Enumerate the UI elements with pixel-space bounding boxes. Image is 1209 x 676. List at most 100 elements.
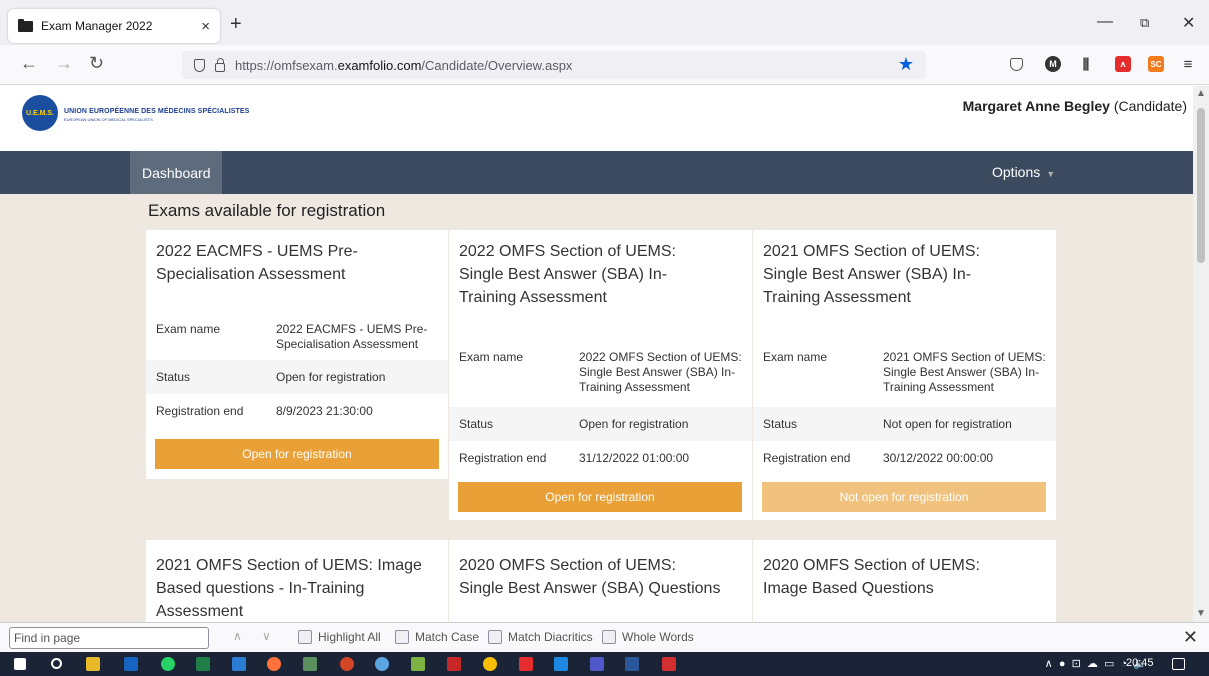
windows-start-icon[interactable]	[14, 658, 26, 670]
url-path: /Candidate/Overview.aspx	[421, 57, 573, 73]
find-next-icon[interactable]: ∨	[262, 629, 271, 643]
url-bar[interactable]: https://omfsexam. examfolio.com/Candidate…	[182, 51, 926, 79]
bookmark-star-icon[interactable]: ★	[898, 54, 914, 75]
folder-icon	[18, 18, 33, 32]
exam-card: 2021 OMFS Section of UEMS: Single Best A…	[753, 230, 1056, 520]
page-scrollbar[interactable]: ▲ ▼	[1193, 86, 1209, 622]
app-icon[interactable]	[375, 657, 389, 671]
find-previous-icon[interactable]: ∧	[233, 629, 242, 643]
app-a-icon[interactable]	[232, 657, 246, 671]
status-row: Status Open for registration	[449, 407, 752, 441]
forward-arrow-icon[interactable]: →	[55, 53, 73, 74]
page-content: U.E.M.S. UNION EUROPÉENNE DES MÉDECINS S…	[0, 86, 1193, 622]
app-blue-icon[interactable]	[554, 657, 568, 671]
exam-card-title: 2021 OMFS Section of UEMS: Image Based q…	[156, 557, 422, 620]
checkbox-box	[488, 630, 502, 644]
extension-red-icon[interactable]: ᴧ	[1115, 56, 1131, 72]
scroll-up-icon[interactable]: ▲	[1196, 88, 1206, 99]
match-case-checkbox[interactable]: Match Case	[395, 630, 479, 644]
match-diacritics-checkbox[interactable]: Match Diacritics	[488, 630, 593, 644]
scroll-down-icon[interactable]: ▼	[1196, 608, 1206, 619]
status-label: Status	[459, 417, 494, 431]
find-bar-close-button[interactable]: ✕	[1183, 627, 1198, 648]
tab-title: Exam Manager 2022	[41, 19, 153, 33]
new-tab-button[interactable]: +	[230, 14, 242, 34]
find-in-page-input[interactable]: Find in page	[9, 627, 209, 649]
outlook-icon[interactable]	[124, 657, 138, 671]
status-label: Status	[763, 417, 798, 431]
open-for-registration-button[interactable]: Open for registration	[458, 482, 742, 512]
app-icon[interactable]	[303, 657, 317, 671]
word-icon[interactable]	[625, 657, 639, 671]
exam-card-title: 2022 EACMFS - UEMS Pre-Specialisation As…	[156, 243, 358, 283]
pocket-icon[interactable]	[1010, 58, 1023, 71]
menu-hamburger-icon[interactable]: ≡	[1180, 56, 1196, 73]
exam-name-row: Exam name 2022 OMFS Section of UEMS: Sin…	[449, 347, 752, 394]
file-explorer-icon[interactable]	[86, 657, 100, 671]
scroll-thumb[interactable]	[1197, 108, 1205, 263]
url-prefix: https://omfsexam.	[235, 57, 338, 73]
exam-name-row: Exam name 2022 EACMFS - UEMS Pre-Special…	[146, 322, 448, 360]
whatsapp-icon[interactable]	[161, 657, 175, 671]
checkbox-box	[298, 630, 312, 644]
url-domain: examfolio.com	[337, 57, 422, 73]
chrome-icon[interactable]	[483, 657, 497, 671]
excel-icon[interactable]	[196, 657, 210, 671]
notifications-icon[interactable]	[1172, 658, 1185, 670]
registration-end-row: Registration end 31/12/2022 01:00:00	[449, 441, 752, 475]
library-icon[interactable]: ⫼	[1078, 56, 1094, 72]
menu-options[interactable]: Options ▼	[992, 164, 1055, 180]
status-value: Open for registration	[579, 416, 689, 431]
exam-card-title: 2021 OMFS Section of UEMS: Single Best A…	[763, 243, 980, 306]
access-icon[interactable]	[447, 657, 461, 671]
user-role: (Candidate)	[1113, 98, 1187, 114]
whole-words-checkbox[interactable]: Whole Words	[602, 630, 694, 644]
app-red-icon[interactable]	[519, 657, 533, 671]
exam-card: 2022 EACMFS - UEMS Pre-Specialisation As…	[146, 230, 448, 479]
uems-logo[interactable]: U.E.M.S.	[22, 95, 58, 131]
firefox-icon[interactable]	[267, 657, 281, 671]
exam-card-title: 2020 OMFS Section of UEMS: Image Based Q…	[763, 557, 980, 597]
not-open-for-registration-button[interactable]: Not open for registration	[762, 482, 1046, 512]
tab-close-button[interactable]: ×	[201, 18, 210, 35]
open-for-registration-button[interactable]: Open for registration	[155, 439, 439, 469]
acrobat-icon[interactable]	[662, 657, 676, 671]
exam-name-value: 2022 OMFS Section of UEMS: Single Best A…	[579, 350, 742, 394]
back-arrow-icon[interactable]: ←	[20, 53, 38, 74]
registration-end-row: Registration end 8/9/2023 21:30:00	[146, 394, 448, 428]
status-label: Status	[156, 370, 191, 384]
exam-card: 2022 OMFS Section of UEMS: Single Best A…	[449, 230, 752, 520]
powerpoint-icon[interactable]	[340, 657, 354, 671]
exam-name-label: Exam name	[156, 322, 221, 336]
tracking-shield-icon[interactable]	[194, 58, 205, 72]
menu-options-label: Options	[992, 164, 1041, 180]
extension-m-icon[interactable]: M	[1045, 56, 1061, 72]
status-row: Status Open for registration	[146, 360, 448, 394]
highlight-all-checkbox[interactable]: Highlight All	[298, 630, 381, 644]
lock-icon[interactable]	[215, 57, 225, 72]
browser-tab[interactable]: Exam Manager 2022 ×	[8, 9, 220, 43]
logo-subtext: EUROPEAN UNION OF MEDICAL SPECIALISTS	[64, 117, 153, 122]
exam-name-value: 2022 EACMFS - UEMS Pre-Specialisation As…	[276, 322, 428, 351]
browser-nav-bar: ← → ↻ https://omfsexam. examfolio.com/Can…	[0, 45, 1209, 85]
section-title: Exams available for registration	[148, 201, 386, 220]
caret-down-icon: ▼	[1046, 169, 1056, 179]
clock[interactable]: 20:45	[1126, 657, 1154, 669]
teams-icon[interactable]	[590, 657, 604, 671]
exam-card-title: 2020 OMFS Section of UEMS: Single Best A…	[459, 557, 721, 597]
app-icon[interactable]	[411, 657, 425, 671]
restore-button[interactable]: ⧉	[1140, 15, 1149, 31]
extension-sc-icon[interactable]: SC	[1148, 56, 1164, 72]
search-icon[interactable]	[51, 658, 62, 669]
status-value: Open for registration	[276, 369, 386, 384]
exam-card: 2020 OMFS Section of UEMS: Single Best A…	[449, 540, 752, 622]
reload-icon[interactable]: ↻	[89, 53, 104, 74]
registration-end-value: 8/9/2023 21:30:00	[276, 403, 373, 418]
menu-dashboard[interactable]: Dashboard	[130, 151, 222, 194]
window-close-button[interactable]: ✕	[1182, 13, 1195, 33]
highlight-all-label: Highlight All	[318, 630, 381, 644]
exam-name-label: Exam name	[459, 350, 524, 364]
registration-end-label: Registration end	[763, 451, 851, 465]
minimize-button[interactable]: —	[1097, 13, 1113, 31]
exam-name-value: 2021 OMFS Section of UEMS: Single Best A…	[883, 350, 1046, 394]
